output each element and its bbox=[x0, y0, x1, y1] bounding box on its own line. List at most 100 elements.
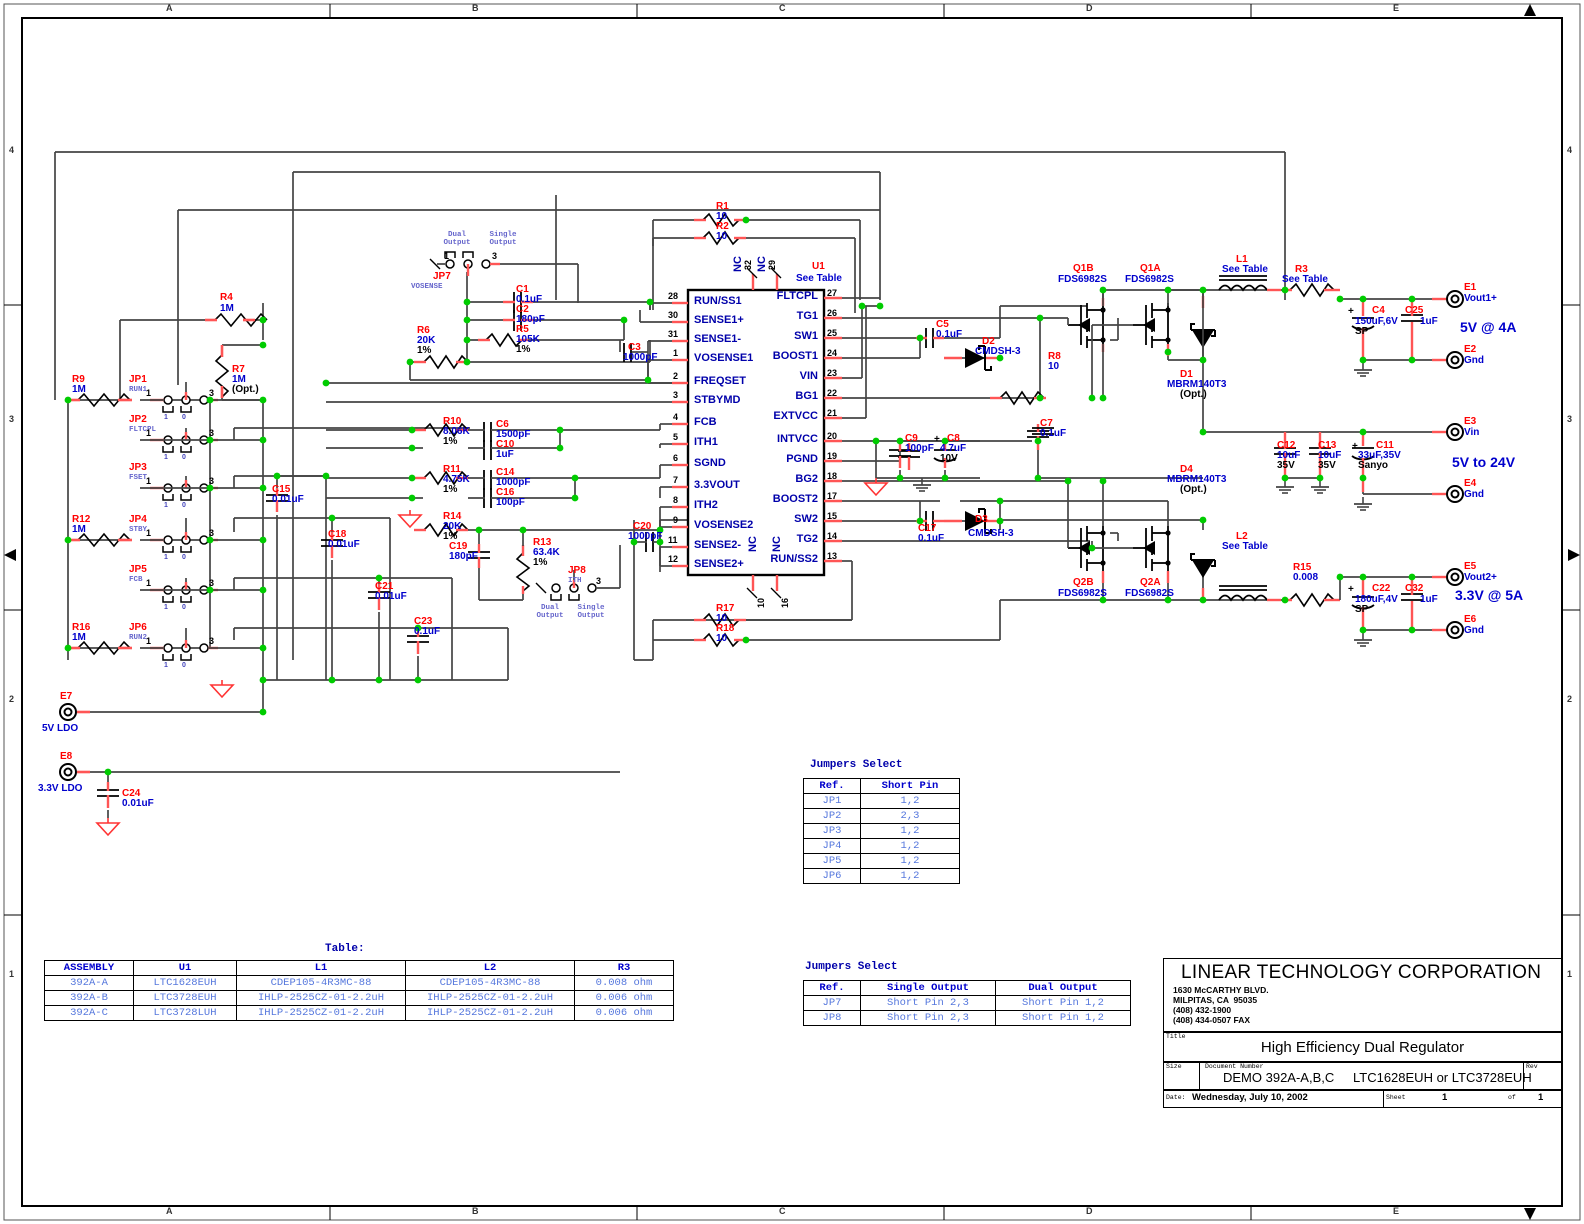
at-cell-r1-c2: IHLP-2525CZ-01-2.2uH bbox=[237, 991, 406, 1006]
js1-cell-r4-c1: 1,2 bbox=[861, 854, 960, 869]
jp3-pin-one: 1 bbox=[164, 502, 168, 509]
js1-cell-r0-c1: 1,2 bbox=[861, 794, 960, 809]
date-value: Wednesday, July 10, 2002 bbox=[1192, 1093, 1308, 1103]
pin-num-16: 16 bbox=[781, 598, 790, 608]
jp2-pin-zero: 0 bbox=[182, 454, 186, 461]
name-jp5: FCB bbox=[129, 577, 143, 585]
refdes-jp1: JP1 bbox=[129, 375, 147, 386]
zone-right-2: 2 bbox=[1567, 695, 1572, 704]
jp8-single-label: Single Output bbox=[566, 605, 616, 621]
refdes-e4: E4 bbox=[1464, 479, 1476, 490]
value-c9: 1uF bbox=[496, 450, 514, 461]
value-c23: 0.1uF bbox=[414, 627, 440, 638]
value-r3: See Table bbox=[1282, 275, 1328, 286]
pin-label-vin: VIN bbox=[718, 371, 818, 383]
company-fax: (408) 434-0507 FAX bbox=[1173, 1016, 1250, 1025]
jp5-pin1-num: 1 bbox=[146, 579, 151, 588]
polarity-c22: + bbox=[1348, 585, 1354, 596]
zone-left-1: 1 bbox=[9, 970, 14, 979]
of-label: of bbox=[1508, 1095, 1516, 1102]
jumpers-select-2-title: Jumpers Select bbox=[805, 962, 897, 974]
pin-num-5: 5 bbox=[673, 433, 678, 442]
table-row: 392A-CLTC3728LUHIHLP-2525CZ-01-2.2uHIHLP… bbox=[45, 1006, 674, 1021]
value-d2: CMDSH-3 bbox=[975, 347, 1021, 358]
value-c18: 0.01uF bbox=[328, 540, 360, 551]
part-number: LTC1628EUH or LTC3728EUH bbox=[1353, 1071, 1532, 1085]
refdes-q2a: Q2A bbox=[1140, 578, 1161, 589]
at-header-l2: L2 bbox=[406, 961, 575, 976]
date-field-label: Date: bbox=[1166, 1095, 1186, 1102]
pin-num-11: 11 bbox=[668, 536, 678, 545]
refdes-c22: C22 bbox=[1372, 584, 1390, 595]
pin-num-6: 6 bbox=[673, 454, 678, 463]
jumpers-select-table-1: Ref. Short Pin JP11,2JP22,3JP31,2JP41,2J… bbox=[803, 778, 960, 884]
pin-num-20: 20 bbox=[827, 432, 837, 441]
js1-cell-r5-c1: 1,2 bbox=[861, 869, 960, 884]
jp6-pin3-num: 3 bbox=[209, 637, 214, 646]
js1-cell-r2-c1: 1,2 bbox=[861, 824, 960, 839]
table-row: JP7Short Pin 2,3Short Pin 1,2 bbox=[804, 996, 1131, 1011]
pin-num-3: 3 bbox=[673, 391, 678, 400]
jp8-pin3-num: 3 bbox=[596, 577, 601, 586]
refdes-c32: C32 bbox=[1405, 584, 1423, 595]
at-header-r3: R3 bbox=[575, 961, 674, 976]
name-e3: Vin bbox=[1464, 428, 1479, 439]
name-jp4: STBY bbox=[129, 527, 147, 535]
note-c4: SP bbox=[1355, 327, 1368, 338]
at-cell-r1-c1: LTC3728EUH bbox=[134, 991, 237, 1006]
zone-left-4: 4 bbox=[9, 146, 14, 155]
pin-num-9: 9 bbox=[673, 516, 678, 525]
value-q1b: FDS6982S bbox=[1058, 275, 1107, 286]
rail-note-vin: 5V to 24V bbox=[1452, 455, 1515, 470]
refdes-jp8: JP8 bbox=[568, 566, 586, 577]
value-r18: 10 bbox=[716, 634, 727, 645]
name-jp6: RUN2 bbox=[129, 635, 147, 643]
refdes-q2b: Q2B bbox=[1073, 578, 1094, 589]
js2-cell-r1-c0: JP8 bbox=[804, 1011, 861, 1026]
jp5-pin3-num: 3 bbox=[209, 579, 214, 588]
jp5-pin-zero: 0 bbox=[182, 604, 186, 611]
refdes-q1a: Q1A bbox=[1140, 264, 1161, 275]
name-e1: Vout1+ bbox=[1464, 294, 1497, 305]
note-d1: (Opt.) bbox=[1180, 390, 1207, 401]
jp6-pin-zero: 0 bbox=[182, 662, 186, 669]
pin-num-31: 31 bbox=[668, 330, 678, 339]
pin-num-2: 2 bbox=[673, 372, 678, 381]
table-row: JP31,2 bbox=[804, 824, 960, 839]
at-cell-r2-c0: 392A-C bbox=[45, 1006, 134, 1021]
refdes-jp2: JP2 bbox=[129, 415, 147, 426]
value-q2b: FDS6982S bbox=[1058, 589, 1107, 600]
at-cell-r1-c3: IHLP-2525CZ-01-2.2uH bbox=[406, 991, 575, 1006]
sheet-field-label: Sheet bbox=[1386, 1095, 1406, 1102]
name-e7: 5V LDO bbox=[42, 724, 78, 735]
jp7-pin3-num: 3 bbox=[492, 252, 497, 261]
title-block-sheet-cell bbox=[1383, 1090, 1562, 1108]
js1-cell-r4-c0: JP5 bbox=[804, 854, 861, 869]
pin-num-26: 26 bbox=[827, 309, 837, 318]
assembly-table-title: Table: bbox=[325, 944, 365, 956]
tol-r10: 1% bbox=[443, 437, 457, 448]
value-c7: 0.1uF bbox=[1040, 429, 1066, 440]
refdes-e6: E6 bbox=[1464, 615, 1476, 626]
js2-header-ref: Ref. bbox=[804, 981, 861, 996]
pin-label-ith1: ITH1 bbox=[694, 437, 718, 449]
value-c2: 180pF bbox=[516, 315, 545, 326]
pin-label-nc-16: NC bbox=[772, 536, 784, 552]
jp4-pin1-num: 1 bbox=[146, 529, 151, 538]
js1-header-ref: Ref. bbox=[804, 779, 861, 794]
pin-label-fcb: FCB bbox=[694, 417, 717, 429]
polarity-c8: + bbox=[934, 435, 940, 446]
name-e4: Gnd bbox=[1464, 490, 1484, 501]
sheet-number: 1 bbox=[1442, 1093, 1447, 1103]
table-row: JP11,2 bbox=[804, 794, 960, 809]
note-c11: Sanyo bbox=[1358, 461, 1388, 472]
pin-num-12: 12 bbox=[668, 555, 678, 564]
jumpers-select-1-title: Jumpers Select bbox=[810, 760, 902, 772]
name-e5: Vout2+ bbox=[1464, 573, 1497, 584]
pin-label-ith2: ITH2 bbox=[694, 500, 718, 512]
value-d3: CMDSH-3 bbox=[968, 529, 1014, 540]
pin-label-sw2: SW2 bbox=[718, 514, 818, 526]
tol-r11: 1% bbox=[443, 485, 457, 496]
js1-header-short: Short Pin bbox=[861, 779, 960, 794]
value-r4: 1M bbox=[220, 304, 234, 315]
